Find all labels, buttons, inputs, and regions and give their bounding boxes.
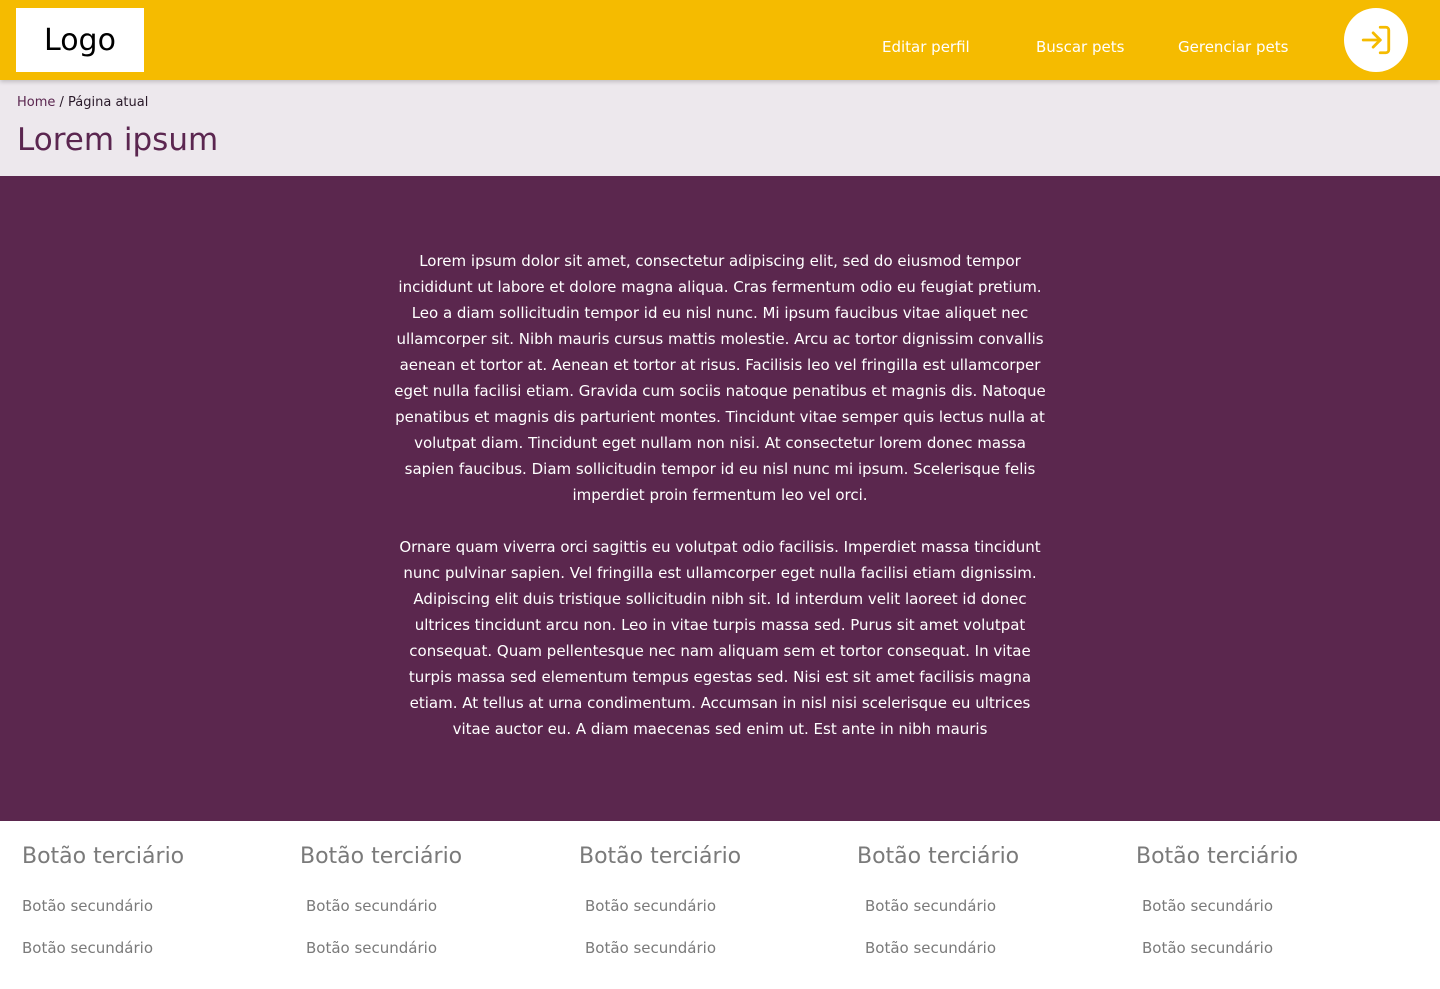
nav-search-pets[interactable]: Buscar pets xyxy=(1036,38,1124,56)
logo[interactable]: Logo xyxy=(16,8,144,72)
footer-column: Botão terciário Botão secundário Botão s… xyxy=(22,844,184,957)
main-content: Lorem ipsum dolor sit amet, consectetur … xyxy=(0,176,1440,821)
footer-column: Botão terciário Botão secundário Botão s… xyxy=(579,844,741,957)
nav-edit-profile[interactable]: Editar perfil xyxy=(882,38,970,56)
footer: Botão terciário Botão secundário Botão s… xyxy=(0,821,1440,989)
secondary-button[interactable]: Botão secundário xyxy=(306,939,437,957)
login-icon xyxy=(1361,25,1391,55)
page-header: Home / Página atual Lorem ipsum xyxy=(0,80,1440,176)
secondary-button[interactable]: Botão secundário xyxy=(22,897,153,915)
paragraph: Ornare quam viverra orci sagittis eu vol… xyxy=(399,538,1041,738)
secondary-button[interactable]: Botão secundário xyxy=(585,897,716,915)
breadcrumb: Home / Página atual xyxy=(17,95,148,110)
tertiary-button[interactable]: Botão terciário xyxy=(22,844,184,869)
secondary-button[interactable]: Botão secundário xyxy=(1142,939,1273,957)
body-text: Lorem ipsum dolor sit amet, consectetur … xyxy=(392,248,1048,768)
secondary-button[interactable]: Botão secundário xyxy=(585,939,716,957)
footer-column: Botão terciário Botão secundário Botão s… xyxy=(300,844,462,957)
breadcrumb-home-link[interactable]: Home xyxy=(17,95,55,110)
nav-manage-pets[interactable]: Gerenciar pets xyxy=(1178,38,1288,56)
secondary-button[interactable]: Botão secundário xyxy=(865,939,996,957)
top-header: Logo Editar perfil Buscar pets Gerenciar… xyxy=(0,0,1440,80)
footer-column: Botão terciário Botão secundário Botão s… xyxy=(857,844,1019,957)
tertiary-button[interactable]: Botão terciário xyxy=(579,844,741,869)
paragraph: Lorem ipsum dolor sit amet, consectetur … xyxy=(394,252,1046,504)
secondary-button[interactable]: Botão secundário xyxy=(865,897,996,915)
page-title: Lorem ipsum xyxy=(17,122,219,158)
footer-column: Botão terciário Botão secundário Botão s… xyxy=(1136,844,1298,957)
tertiary-button[interactable]: Botão terciário xyxy=(1136,844,1298,869)
secondary-button[interactable]: Botão secundário xyxy=(306,897,437,915)
secondary-button[interactable]: Botão secundário xyxy=(1142,897,1273,915)
tertiary-button[interactable]: Botão terciário xyxy=(300,844,462,869)
secondary-button[interactable]: Botão secundário xyxy=(22,939,153,957)
breadcrumb-separator: / xyxy=(55,95,69,110)
login-button[interactable] xyxy=(1344,8,1408,72)
tertiary-button[interactable]: Botão terciário xyxy=(857,844,1019,869)
breadcrumb-current: Página atual xyxy=(68,95,149,110)
